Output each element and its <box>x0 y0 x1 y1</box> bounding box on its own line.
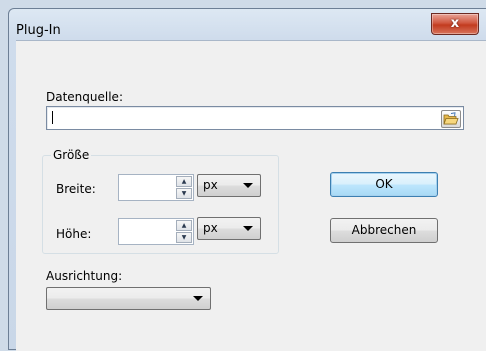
height-decrement-button[interactable]: ▼ <box>176 232 192 243</box>
height-label: Höhe: <box>56 227 92 241</box>
chevron-down-icon <box>193 296 203 301</box>
height-unit-dropdown[interactable]: px <box>197 217 261 240</box>
height-spinner[interactable]: ▲ ▼ <box>118 218 194 245</box>
plugin-dialog: Plug-In x Datenquelle: Größe Breite: ▲ ▼… <box>8 8 486 351</box>
dialog-body: Datenquelle: Größe Breite: ▲ ▼ px Höhe: … <box>16 40 486 351</box>
height-unit-value: px <box>203 221 218 235</box>
chevron-down-icon <box>243 226 253 231</box>
window-title: Plug-In <box>16 23 61 38</box>
width-unit-dropdown[interactable]: px <box>197 174 261 197</box>
source-label: Datenquelle: <box>46 90 123 104</box>
height-increment-button[interactable]: ▲ <box>176 220 192 231</box>
title-bar[interactable]: Plug-In x <box>9 9 486 39</box>
width-spin-buttons: ▲ ▼ <box>176 176 192 199</box>
height-spin-buttons: ▲ ▼ <box>176 220 192 243</box>
folder-open-icon <box>443 112 459 125</box>
close-button[interactable]: x <box>431 13 479 35</box>
size-group: Größe Breite: ▲ ▼ px Höhe: ▲ ▼ px <box>42 148 279 254</box>
close-icon: x <box>450 16 460 31</box>
width-increment-button[interactable]: ▲ <box>176 176 192 187</box>
alignment-label: Ausrichtung: <box>46 269 123 283</box>
alignment-dropdown[interactable] <box>46 287 211 310</box>
chevron-down-icon <box>243 183 253 188</box>
width-label: Breite: <box>56 182 96 196</box>
width-decrement-button[interactable]: ▼ <box>176 188 192 199</box>
width-unit-value: px <box>203 178 218 192</box>
cancel-button[interactable]: Abbrechen <box>330 218 438 243</box>
source-input[interactable] <box>46 106 464 130</box>
text-caret <box>52 111 53 124</box>
size-group-title: Größe <box>51 148 92 162</box>
ok-button[interactable]: OK <box>330 172 438 197</box>
width-spinner[interactable]: ▲ ▼ <box>118 174 194 201</box>
browse-button[interactable] <box>441 110 461 128</box>
